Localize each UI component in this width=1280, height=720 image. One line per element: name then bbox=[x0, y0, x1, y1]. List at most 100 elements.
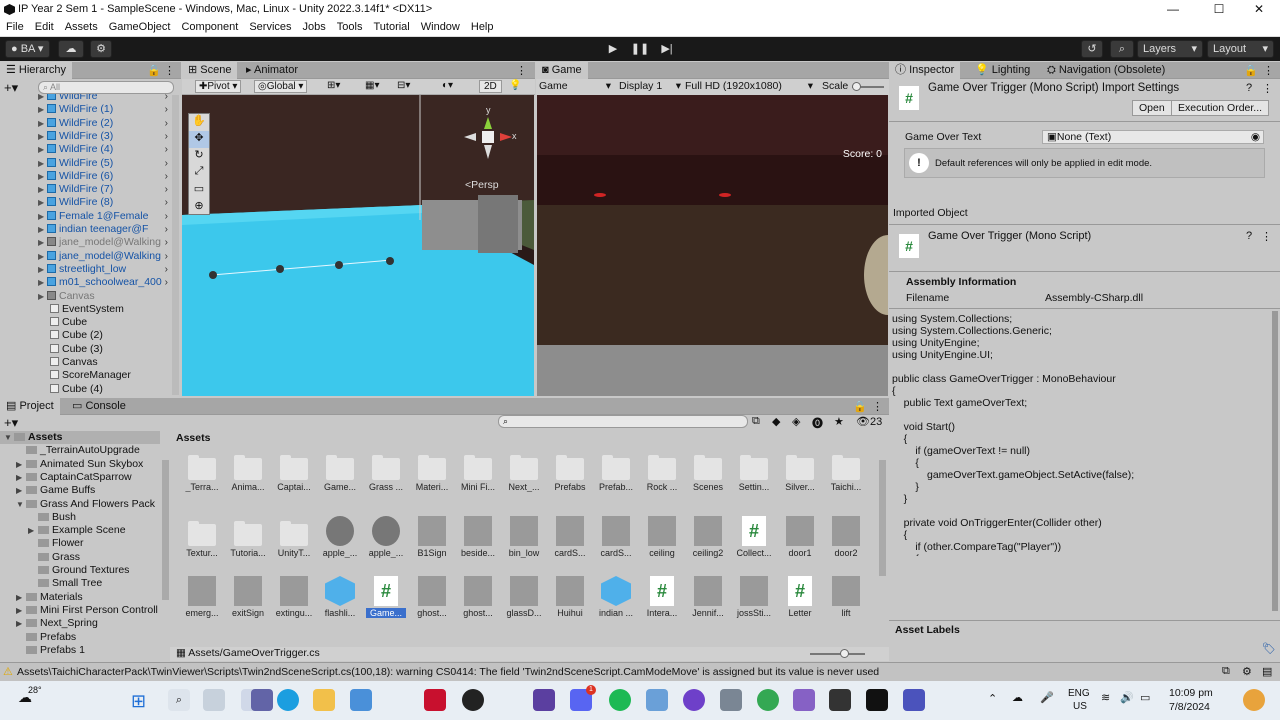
tab-project[interactable]: ▤ Project bbox=[0, 398, 60, 415]
show-hidden-icons[interactable]: ⌃ bbox=[988, 692, 997, 705]
hierarchy-item[interactable]: ▶ WildFire (2) › bbox=[0, 117, 172, 130]
asset-item[interactable]: Textur... bbox=[182, 516, 222, 558]
hierarchy-item[interactable]: Cube (4) bbox=[0, 383, 172, 396]
inspector-scrollbar[interactable] bbox=[1272, 311, 1278, 611]
hierarchy-item[interactable]: ScoreManager bbox=[0, 369, 172, 382]
project-tree-item[interactable]: _TerrainAutoUpgrade bbox=[0, 444, 160, 457]
wifi-icon[interactable]: ≋ bbox=[1101, 691, 1110, 704]
github-icon[interactable] bbox=[683, 689, 705, 711]
assets-breadcrumb[interactable]: Assets bbox=[176, 432, 210, 444]
expand-arrow-icon[interactable]: ▶ bbox=[16, 471, 26, 484]
tab-navigation[interactable]: ⛭ Navigation (Obsolete) bbox=[1041, 62, 1171, 79]
tag-icon[interactable]: 🏷 bbox=[1262, 642, 1276, 655]
chevron-right-icon[interactable]: › bbox=[165, 250, 168, 263]
hierarchy-item[interactable]: ▶ jane_model@Walking › bbox=[0, 236, 172, 249]
project-tree-item[interactable]: ▼ Grass And Flowers Pack bbox=[0, 498, 160, 511]
lighting-toggle[interactable]: 💡 bbox=[509, 80, 521, 91]
expand-arrow-icon[interactable]: ▶ bbox=[38, 170, 47, 183]
onedrive-icon[interactable]: ☁ bbox=[1012, 691, 1023, 704]
expand-arrow-icon[interactable]: ▶ bbox=[38, 117, 47, 130]
settings-icon[interactable] bbox=[720, 689, 742, 711]
asset-item[interactable]: Settin... bbox=[734, 450, 774, 492]
hierarchy-item[interactable]: Cube bbox=[0, 316, 172, 329]
asset-item[interactable]: Scenes bbox=[688, 450, 728, 492]
chrome-icon[interactable] bbox=[757, 689, 779, 711]
close-button[interactable]: ✕ bbox=[1236, 0, 1280, 19]
project-tree-item[interactable]: Ground Textures bbox=[0, 564, 160, 577]
asset-item[interactable]: Grass ... bbox=[366, 450, 406, 492]
expand-arrow-icon[interactable]: ▶ bbox=[38, 130, 47, 143]
asset-item[interactable]: # Game... bbox=[366, 576, 406, 618]
asset-item[interactable]: UnityT... bbox=[274, 516, 314, 558]
expand-arrow-icon[interactable]: ▶ bbox=[16, 604, 26, 617]
game-mode-dropdown[interactable]: Game ▾ bbox=[539, 80, 611, 92]
collab-button[interactable]: ⚙ bbox=[90, 40, 112, 58]
diagnostics-icon[interactable]: ⧉ bbox=[1222, 665, 1230, 678]
github-desktop-icon[interactable] bbox=[533, 689, 555, 711]
menu-assets[interactable]: Assets bbox=[65, 19, 98, 36]
search-button[interactable]: ⌕ bbox=[1110, 40, 1134, 58]
scene-gizmo[interactable]: y x bbox=[462, 105, 522, 167]
increment-button[interactable]: ⊟▾ bbox=[397, 80, 410, 91]
expand-arrow-icon[interactable]: ▶ bbox=[38, 143, 47, 156]
chevron-right-icon[interactable]: › bbox=[165, 263, 168, 276]
asset-item[interactable]: door2 bbox=[826, 516, 866, 558]
copilot-icon[interactable] bbox=[1243, 689, 1265, 711]
shading-button[interactable]: ◐▾ bbox=[442, 80, 453, 91]
battery-icon[interactable]: ▭ bbox=[1140, 691, 1150, 704]
hand-tool-icon[interactable]: ✋ bbox=[189, 114, 209, 131]
hierarchy-search[interactable]: ⌕ All bbox=[38, 81, 174, 94]
scale-slider-handle[interactable] bbox=[852, 82, 861, 91]
expand-arrow-icon[interactable]: ▶ bbox=[38, 276, 47, 289]
asset-item[interactable]: # Intera... bbox=[642, 576, 682, 618]
filter-by-label-icon[interactable]: ◆ bbox=[772, 415, 780, 428]
tree-scrollbar[interactable] bbox=[162, 460, 169, 600]
bake-icon[interactable]: ⚙ bbox=[1242, 665, 1252, 678]
history-button[interactable]: ↺ bbox=[1081, 40, 1103, 58]
chevron-right-icon[interactable]: › bbox=[165, 236, 168, 249]
help-icon[interactable]: ? bbox=[1246, 230, 1252, 242]
expand-arrow-icon[interactable]: ▶ bbox=[38, 183, 47, 196]
open-button[interactable]: Open bbox=[1132, 100, 1172, 116]
asset-item[interactable]: _Terra... bbox=[182, 450, 222, 492]
asset-item[interactable]: cardS... bbox=[596, 516, 636, 558]
hierarchy-item[interactable]: ▶ Canvas bbox=[0, 290, 172, 303]
chevron-right-icon[interactable]: › bbox=[165, 223, 168, 236]
lock-icon[interactable]: 🔒 bbox=[853, 400, 867, 413]
menu-jobs[interactable]: Jobs bbox=[303, 19, 326, 36]
filter-icon[interactable]: ◈ bbox=[792, 415, 800, 428]
hierarchy-item[interactable]: ▶ WildFire (7) › bbox=[0, 183, 172, 196]
asset-item[interactable]: # Letter bbox=[780, 576, 820, 618]
volume-icon[interactable]: 🔊 bbox=[1120, 691, 1134, 704]
expand-arrow-icon[interactable]: ▶ bbox=[38, 94, 47, 103]
expand-arrow-icon[interactable]: ▶ bbox=[16, 484, 26, 497]
project-tree-item[interactable]: Flower bbox=[0, 537, 160, 550]
project-tree-item[interactable]: ▶ Example Scene bbox=[0, 524, 160, 537]
hierarchy-item[interactable]: EventSystem bbox=[0, 303, 172, 316]
more-icon[interactable]: ⋮ bbox=[1263, 64, 1274, 77]
asset-item[interactable]: jossSti... bbox=[734, 576, 774, 618]
task-view-icon[interactable] bbox=[203, 689, 225, 711]
visual-studio-icon[interactable] bbox=[793, 689, 815, 711]
asset-item[interactable]: ceiling bbox=[642, 516, 682, 558]
asset-item[interactable]: Prefabs bbox=[550, 450, 590, 492]
search-icon[interactable]: ⌕ bbox=[168, 689, 190, 711]
tab-animator[interactable]: ▸ Animator bbox=[240, 62, 304, 79]
asset-item[interactable]: extingu... bbox=[274, 576, 314, 618]
expand-arrow-icon[interactable]: ▶ bbox=[38, 263, 47, 276]
filter-by-type-icon[interactable]: ⧉ bbox=[752, 415, 760, 428]
asset-item[interactable]: apple_... bbox=[320, 516, 360, 558]
menu-services[interactable]: Services bbox=[249, 19, 291, 36]
rotate-tool-icon[interactable]: ↻ bbox=[189, 148, 209, 165]
hidden-packages-icon[interactable]: 👁 bbox=[856, 415, 870, 428]
chevron-right-icon[interactable]: › bbox=[165, 103, 168, 116]
asset-item[interactable]: apple_... bbox=[366, 516, 406, 558]
chevron-right-icon[interactable]: › bbox=[165, 157, 168, 170]
menu-gameobject[interactable]: GameObject bbox=[109, 19, 171, 36]
warning-filter-icon[interactable]: ⓿ bbox=[812, 415, 823, 431]
asset-item[interactable]: Materi... bbox=[412, 450, 452, 492]
project-add-button[interactable]: +▾ bbox=[4, 415, 18, 431]
hierarchy-item[interactable]: ▶ streetlight_low › bbox=[0, 263, 172, 276]
more-icon[interactable]: ⋮ bbox=[164, 64, 175, 77]
more-icon[interactable]: ⋮ bbox=[1261, 230, 1272, 243]
